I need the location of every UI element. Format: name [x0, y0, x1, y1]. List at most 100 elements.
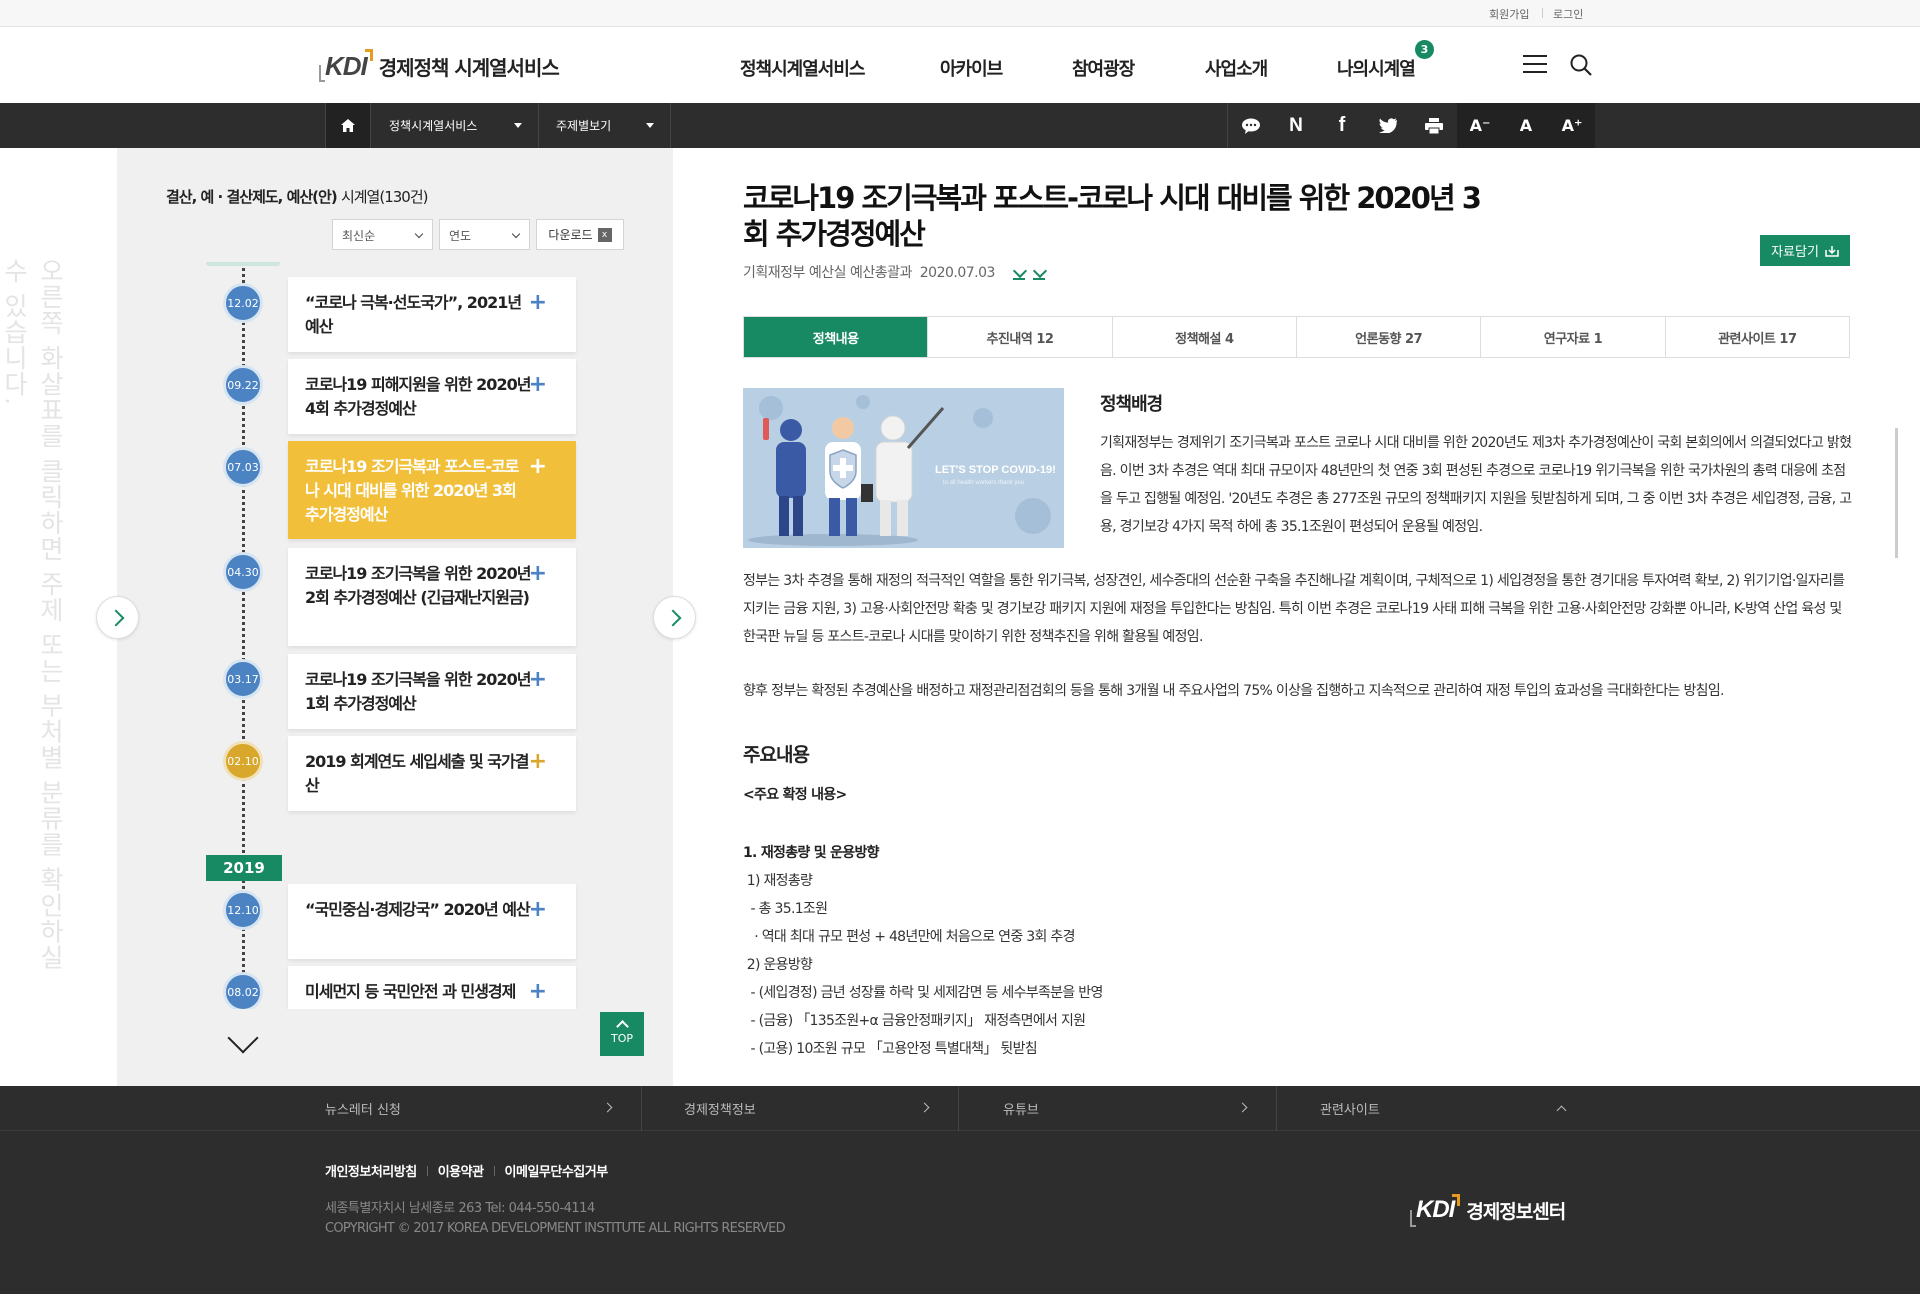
page-title: 코로나19 조기극복과 포스트-코로나 시대 대비를 위한 2020년 3회 추…	[743, 181, 1482, 251]
gnb-policy-series[interactable]: 정책시계열서비스	[740, 55, 865, 81]
hamburger-menu-icon[interactable]	[1523, 55, 1547, 73]
save-label: 자료담기	[1771, 245, 1819, 260]
naver-share-button[interactable]: N	[1273, 103, 1319, 148]
tab-related-sites[interactable]: 관련사이트 17	[1664, 317, 1849, 357]
footer-nav-label: 관련사이트	[1320, 1103, 1380, 1118]
print-button[interactable]	[1411, 103, 1457, 148]
tray-download-icon	[1825, 245, 1839, 257]
breadcrumb-topic[interactable]: 주제별보기	[538, 103, 671, 148]
timeline-date-dot: 08.02	[223, 972, 263, 1009]
gnb-participation[interactable]: 참여광장	[1072, 55, 1135, 81]
timeline-item[interactable]: “국민중심·경제강국” 2020년 예산 +	[288, 884, 576, 959]
chevron-down-icon	[646, 123, 654, 128]
terms-link[interactable]: 이용약관	[438, 1165, 484, 1180]
plus-icon[interactable]: +	[529, 563, 547, 585]
timeline-item[interactable]: “코로나 극복·선도국가”, 2021년 예산 +	[288, 277, 576, 352]
timeline-list[interactable]: 12.02 “코로나 극복·선도국가”, 2021년 예산 + 09.22 코로나…	[200, 262, 600, 1009]
timeline-item[interactable]: 미세먼지 등 국민안전 과 민생경제 +	[288, 966, 576, 1009]
logo-text: 경제정책 시계열서비스	[378, 55, 560, 80]
font-smaller-button[interactable]: A⁻	[1457, 103, 1503, 148]
next-panel-arrow-button[interactable]	[653, 596, 696, 639]
side-hint-text: 오른쪽 화살표를 클릭하면 주제 또는 부처별 분류를 확인하실 수 있습니다.	[0, 258, 65, 971]
list-item: 1) 재정총량	[743, 873, 813, 889]
policy-detail: 코로나19 조기극복과 포스트-코로나 시대 대비를 위한 2020년 3회 추…	[743, 148, 1858, 1058]
download-icon[interactable]	[1012, 266, 1025, 280]
footer-logo: KDI 경제정보센터	[1409, 1194, 1566, 1227]
main-content-heading: 주요내용	[743, 744, 810, 766]
timeline-item[interactable]: 코로나19 피해지원을 위한 2020년 4회 추가경정예산 +	[288, 359, 576, 434]
download-button[interactable]: 다운로드 x	[536, 219, 624, 250]
tab-press[interactable]: 언론동향 27	[1295, 317, 1480, 357]
tab-commentary[interactable]: 정책해설 4	[1111, 317, 1296, 357]
timeline-item-title: 코로나19 피해지원을 위한 2020년 4회 추가경정예산	[305, 375, 531, 418]
speech-bubble-icon	[1241, 118, 1260, 134]
tab-research[interactable]: 연구자료 1	[1480, 317, 1664, 357]
facebook-share-button[interactable]: f	[1319, 103, 1365, 148]
plus-icon[interactable]: +	[529, 751, 547, 773]
policy-paragraph: 향후 정부는 확정된 추경예산을 배정하고 재정관리점검회의 등을 통해 3개월…	[743, 683, 1724, 699]
timeline-date-dot: 02.10	[223, 741, 263, 781]
main-content-subheading: <주요 확정 내용>	[743, 787, 847, 803]
signup-link[interactable]: 회원가입	[1489, 6, 1529, 22]
site-header: KDI 경제정책 시계열서비스 정책시계열서비스 아카이브 참여광장 사업소개 …	[0, 27, 1920, 103]
home-button[interactable]	[325, 103, 370, 148]
chevron-up-icon	[1556, 1105, 1567, 1116]
series-list-title: 결산, 예 · 결산제도, 예산(안) 시계열(130건)	[166, 186, 429, 207]
tab-policy-content[interactable]: 정책내용	[744, 317, 928, 357]
naver-icon: N	[1289, 114, 1303, 136]
scroll-top-button[interactable]: TOP	[600, 1012, 644, 1056]
youtube-link[interactable]: 유튜브	[959, 1086, 1277, 1131]
tab-history[interactable]: 추진내역 12	[927, 317, 1111, 357]
font-smaller-label: A⁻	[1469, 116, 1491, 135]
plus-icon[interactable]: +	[529, 374, 547, 396]
newsletter-link[interactable]: 뉴스레터 신청	[325, 1086, 642, 1131]
timeline-item-title: 2019 회계연도 세입세출 및 국가결산	[305, 752, 529, 795]
plus-icon[interactable]: +	[529, 899, 547, 921]
content-scrollbar[interactable]	[1895, 428, 1898, 558]
plus-icon[interactable]: +	[529, 981, 547, 1003]
gnb-my-series[interactable]: 나의시계열	[1337, 55, 1416, 81]
talk-share-button[interactable]	[1227, 103, 1273, 148]
timeline-item[interactable]: 2019 회계연도 세입세출 및 국가결산 +	[288, 736, 576, 811]
gnb-archive[interactable]: 아카이브	[940, 55, 1003, 81]
background-text: 기획재정부는 경제위기 조기극복과 포스트 코로나 시대 대비를 위한 2020…	[1100, 435, 1852, 535]
footer-logo-text: 경제정보센터	[1466, 1200, 1566, 1223]
list-item: - (고용) 10조원 규모 「고용안정 특별대책」 뒷받침	[743, 1041, 1038, 1057]
font-larger-button[interactable]: A⁺	[1549, 103, 1595, 148]
font-normal-button[interactable]: A	[1503, 103, 1549, 148]
breadcrumb-bar: 정책시계열서비스 주제별보기 N f A⁻ A A⁺	[0, 103, 1920, 148]
gnb-about[interactable]: 사업소개	[1205, 55, 1268, 81]
timeline-date-dot: 12.10	[223, 890, 263, 930]
plus-icon[interactable]: +	[529, 456, 547, 478]
policy-info-link[interactable]: 경제정책정보	[642, 1086, 959, 1131]
twitter-share-button[interactable]	[1365, 103, 1411, 148]
download-icon[interactable]	[1032, 266, 1045, 280]
plus-icon[interactable]: +	[529, 669, 547, 691]
breadcrumb-policy-series[interactable]: 정책시계열서비스	[370, 103, 538, 148]
footer-nav: 뉴스레터 신청 경제정책정보 유튜브 관련사이트	[0, 1086, 1920, 1131]
plus-icon[interactable]: +	[529, 292, 547, 314]
timeline-item-title: 미세먼지 등 국민안전 과 민생경제	[305, 982, 516, 1001]
privacy-policy-link[interactable]: 개인정보처리방침	[325, 1165, 417, 1180]
timeline-item[interactable]: 코로나19 조기극복을 위한 2020년 1회 추가경정예산 +	[288, 654, 576, 729]
background-heading: 정책배경	[1100, 394, 1163, 415]
site-logo[interactable]: KDI 경제정책 시계열서비스	[319, 48, 560, 82]
search-icon[interactable]	[1570, 54, 1592, 76]
timeline-date-dot: 09.22	[223, 365, 263, 405]
prev-panel-arrow-button[interactable]	[96, 596, 139, 639]
series-count: 시계열(130건)	[340, 188, 429, 206]
related-sites-link[interactable]: 관련사이트	[1277, 1086, 1595, 1131]
home-icon	[341, 119, 355, 132]
email-policy-link[interactable]: 이메일무단수집거부	[505, 1165, 609, 1180]
timeline-item-title: “국민중심·경제강국” 2020년 예산	[305, 900, 531, 919]
timeline-item-selected[interactable]: 코로나19 조기극복과 포스트-코로나 시대 대비를 위한 2020년 3회 추…	[288, 441, 576, 539]
timeline-item[interactable]: 코로나19 조기극복을 위한 2020년 2회 추가경정예산 (긴급재난지원금)…	[288, 548, 576, 646]
list-item: - (금융) 「135조원+α 금융안정패키지」 재정측면에서 지원	[743, 1013, 1087, 1029]
chevron-right-icon	[919, 1102, 930, 1113]
login-link[interactable]: 로그인	[1553, 6, 1583, 22]
list-item: - 총 35.1조원	[743, 901, 828, 917]
sort-select[interactable]: 최신순	[332, 219, 433, 250]
illustration-caption: LET'S STOP COVID-19!	[935, 464, 1056, 476]
year-select[interactable]: 연도	[439, 219, 530, 250]
save-to-collection-button[interactable]: 자료담기	[1760, 235, 1850, 266]
